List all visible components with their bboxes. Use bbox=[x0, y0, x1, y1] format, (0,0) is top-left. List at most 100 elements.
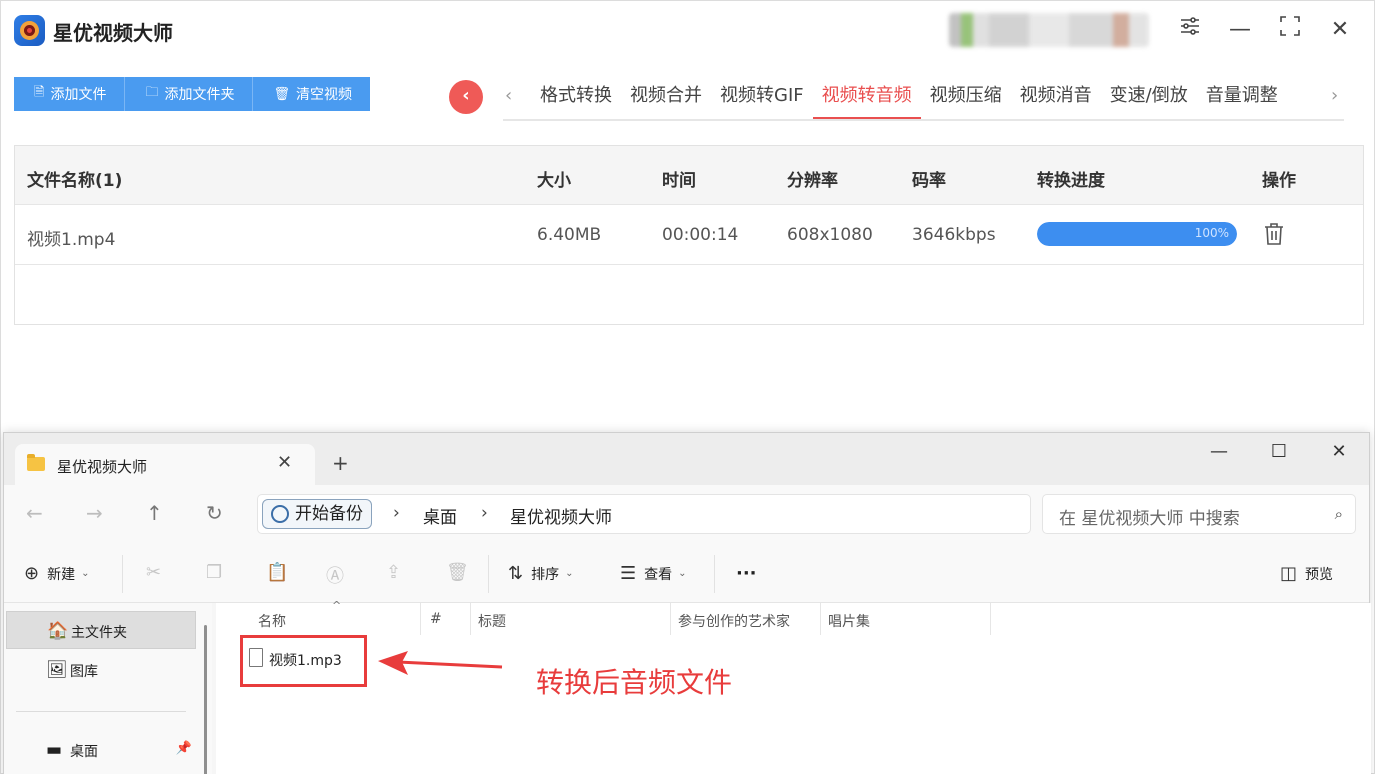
up-arrow-icon[interactable]: ↑ bbox=[146, 501, 163, 525]
tab-4[interactable]: 视频压缩 bbox=[921, 83, 1011, 119]
gallery-icon: 🖼 bbox=[46, 660, 68, 680]
settings-icon[interactable] bbox=[1175, 15, 1205, 45]
sort-button[interactable]: ⇅ 排序 ⌄ bbox=[508, 563, 573, 584]
close-icon[interactable]: ✕ bbox=[1324, 441, 1354, 462]
new-label: 新建 bbox=[47, 566, 76, 583]
clear-videos-button[interactable]: 🗑 清空视频 bbox=[253, 77, 370, 111]
row-size: 6.40MB bbox=[537, 225, 602, 245]
annotation-text: 转换后音频文件 bbox=[536, 666, 733, 699]
view-button[interactable]: ☰ 查看 ⌄ bbox=[620, 563, 687, 584]
breadcrumb-folder[interactable]: 星优视频大师 bbox=[510, 503, 612, 528]
maximize-icon[interactable] bbox=[1275, 15, 1305, 45]
add-file-button[interactable]: 🗎 添加文件 bbox=[14, 77, 126, 111]
chevron-down-icon: ⌄ bbox=[81, 568, 90, 579]
refresh-icon[interactable]: ↻ bbox=[206, 501, 223, 525]
sidebar-item-label: 主文件夹 bbox=[71, 625, 127, 641]
paste-icon[interactable]: 📋 bbox=[266, 562, 288, 583]
divider bbox=[714, 555, 715, 593]
chevron-right-icon: › bbox=[393, 503, 400, 523]
add-folder-label: 添加文件夹 bbox=[164, 87, 235, 103]
back-circle-icon[interactable]: ‹ bbox=[449, 80, 483, 114]
divider bbox=[488, 555, 489, 593]
share-icon[interactable]: ⇪ bbox=[386, 562, 401, 583]
sidebar-item-desktop[interactable]: ▬ 桌面 📌 bbox=[6, 731, 196, 769]
app-titlebar: 星优视频大师 — ✕ bbox=[1, 1, 1375, 63]
column-name[interactable]: 名称 bbox=[258, 611, 286, 631]
maximize-icon[interactable]: ☐ bbox=[1264, 441, 1294, 462]
folder-icon: 🗀 bbox=[145, 85, 159, 100]
app-title: 星优视频大师 bbox=[53, 21, 173, 45]
user-avatar[interactable] bbox=[949, 13, 1149, 47]
breadcrumb-desktop[interactable]: 桌面 bbox=[423, 503, 457, 528]
delete-icon[interactable]: 🗑 bbox=[446, 562, 469, 583]
preview-button[interactable]: ◫ 预览 bbox=[1280, 563, 1333, 584]
search-icon: ⌕ bbox=[1334, 505, 1343, 523]
column-divider[interactable] bbox=[470, 603, 471, 635]
sidebar-item-label: 桌面 bbox=[70, 744, 98, 760]
more-options-icon[interactable]: ··· bbox=[736, 563, 757, 584]
column-divider[interactable] bbox=[670, 603, 671, 635]
sort-caret-icon: ^ bbox=[332, 599, 342, 612]
app-logo-icon bbox=[14, 15, 45, 46]
tab-2[interactable]: 视频转GIF bbox=[711, 83, 813, 119]
close-icon[interactable]: ✕ bbox=[1325, 15, 1355, 45]
toolbar: 🗎 添加文件 🗀 添加文件夹 🗑 清空视频 bbox=[14, 77, 370, 111]
forward-arrow-icon[interactable]: → bbox=[86, 501, 103, 525]
chevron-down-icon: ⌄ bbox=[678, 568, 687, 579]
folder-icon bbox=[27, 454, 45, 471]
list-item[interactable]: 视频1.mp3 bbox=[240, 635, 367, 687]
col-size: 大小 bbox=[537, 171, 571, 191]
column-divider[interactable] bbox=[820, 603, 821, 635]
copy-icon[interactable]: ❐ bbox=[206, 562, 222, 583]
sidebar-item-gallery[interactable]: 🖼 图库 bbox=[6, 651, 196, 689]
col-resolution: 分辨率 bbox=[787, 171, 838, 191]
minimize-icon[interactable]: — bbox=[1204, 441, 1234, 462]
preview-pane-icon: ◫ bbox=[1280, 563, 1298, 584]
explorer-tab[interactable]: 星优视频大师 ✕ bbox=[15, 444, 315, 486]
column-title[interactable]: 标题 bbox=[478, 611, 506, 631]
close-tab-icon[interactable]: ✕ bbox=[277, 452, 292, 473]
delete-trash-icon[interactable] bbox=[1263, 222, 1285, 246]
column-divider[interactable] bbox=[420, 603, 421, 635]
tabs-left-arrow-icon[interactable]: ‹ bbox=[505, 85, 512, 106]
new-tab-icon[interactable]: + bbox=[332, 451, 349, 475]
new-button[interactable]: ⊕ 新建 ⌄ bbox=[24, 563, 89, 584]
rename-icon[interactable]: Ⓐ bbox=[326, 562, 344, 588]
cloud-backup-icon bbox=[271, 505, 289, 523]
search-input[interactable]: 在 星优视频大师 中搜索 ⌕ bbox=[1042, 494, 1356, 534]
column-number[interactable]: # bbox=[430, 611, 442, 627]
column-album[interactable]: 唱片集 bbox=[828, 611, 870, 631]
backup-button[interactable]: 开始备份 bbox=[262, 499, 372, 529]
sort-icon: ⇅ bbox=[508, 563, 524, 584]
tab-7[interactable]: 音量调整 bbox=[1197, 83, 1287, 119]
sidebar-scrollbar[interactable] bbox=[204, 625, 207, 774]
col-filename: 文件名称(1) bbox=[27, 171, 123, 191]
pin-icon[interactable]: 📌 bbox=[176, 741, 192, 756]
tab-3[interactable]: 视频转音频 bbox=[812, 83, 921, 119]
col-time: 时间 bbox=[662, 171, 696, 191]
row-filename: 视频1.mp4 bbox=[27, 230, 116, 250]
add-folder-button[interactable]: 🗀 添加文件夹 bbox=[125, 77, 254, 111]
sidebar-item-home[interactable]: 🏠 主文件夹 bbox=[6, 611, 196, 649]
tab-0[interactable]: 格式转换 bbox=[531, 83, 621, 119]
cut-icon[interactable]: ✂ bbox=[146, 562, 161, 583]
file-list: ^ 名称 # 标题 参与创作的艺术家 唱片集 视频1.mp3 转换后音频文件 bbox=[216, 599, 1371, 774]
minimize-icon[interactable]: — bbox=[1225, 15, 1255, 45]
address-bar[interactable]: 开始备份 › 桌面 › 星优视频大师 bbox=[257, 494, 1031, 534]
explorer-tab-title: 星优视频大师 bbox=[57, 458, 148, 476]
clear-videos-label: 清空视频 bbox=[295, 87, 352, 103]
column-divider[interactable] bbox=[990, 603, 991, 635]
preview-label: 预览 bbox=[1305, 566, 1334, 583]
tab-1[interactable]: 视频合并 bbox=[621, 83, 711, 119]
tab-5[interactable]: 视频消音 bbox=[1011, 83, 1101, 119]
back-arrow-icon[interactable]: ← bbox=[26, 501, 43, 525]
sort-label: 排序 bbox=[531, 566, 560, 583]
audio-file-icon bbox=[249, 648, 263, 667]
home-icon: 🏠 bbox=[47, 621, 69, 641]
backup-label: 开始备份 bbox=[295, 504, 363, 524]
tab-6[interactable]: 变速/倒放 bbox=[1101, 83, 1197, 119]
column-artist[interactable]: 参与创作的艺术家 bbox=[678, 611, 790, 631]
tabs-right-arrow-icon[interactable]: › bbox=[1331, 85, 1338, 106]
col-action: 操作 bbox=[1262, 171, 1296, 191]
file-name: 视频1.mp3 bbox=[269, 653, 342, 669]
